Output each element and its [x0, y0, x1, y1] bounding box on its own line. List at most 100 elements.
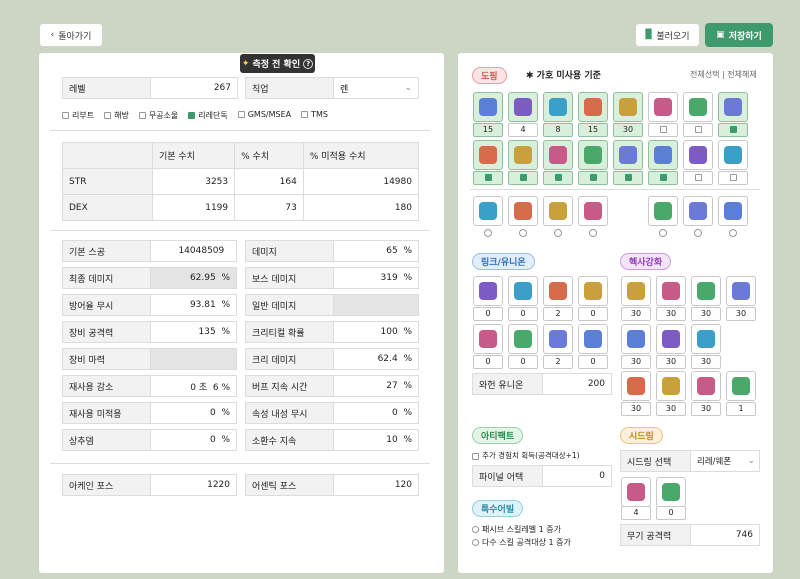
level-cell[interactable]: 15: [473, 123, 503, 137]
link-icon[interactable]: [508, 276, 538, 306]
hexa-icon[interactable]: [656, 324, 686, 354]
level-cell[interactable]: 30: [621, 307, 651, 321]
doping-icon[interactable]: [718, 140, 748, 170]
toggle-checkbox[interactable]: [473, 171, 503, 185]
level-cell[interactable]: 30: [691, 402, 721, 416]
stat-row[interactable]: 소환수 지속 10 %: [245, 429, 419, 451]
toggle-checkbox[interactable]: [508, 171, 538, 185]
seed-select[interactable]: 시드링 선택 리레/웨폰 ⌄: [620, 450, 760, 472]
level-cell[interactable]: 30: [613, 123, 643, 137]
doping-icon[interactable]: [578, 92, 608, 122]
stat-row[interactable]: 크리티컬 확률 100 %: [245, 321, 419, 343]
hexa-icon[interactable]: [691, 371, 721, 401]
level-cell[interactable]: 30: [726, 307, 756, 321]
stat-row[interactable]: 기본 스공 14048509: [62, 240, 237, 262]
link-icon[interactable]: [473, 276, 503, 306]
hexa-icon[interactable]: [621, 371, 651, 401]
level-cell[interactable]: 8: [543, 123, 573, 137]
hexa-icon[interactable]: [656, 276, 686, 306]
doping-icon[interactable]: [508, 92, 538, 122]
level-field[interactable]: 레벨 267: [62, 77, 238, 99]
level-cell[interactable]: 30: [656, 402, 686, 416]
link-icon[interactable]: [473, 324, 503, 354]
link-icon[interactable]: [578, 324, 608, 354]
union-field[interactable]: 와헌 유니온 200: [472, 373, 612, 395]
doping-icon[interactable]: [683, 92, 713, 122]
level-cell[interactable]: 0: [473, 355, 503, 369]
level-cell[interactable]: 30: [656, 307, 686, 321]
radio[interactable]: [729, 229, 737, 237]
hexa-icon[interactable]: [726, 276, 756, 306]
link-icon[interactable]: [543, 276, 573, 306]
stat-row[interactable]: 데미지 65 %: [245, 240, 419, 262]
doping-icon[interactable]: [543, 92, 573, 122]
hexa-icon[interactable]: [691, 324, 721, 354]
server-liberation[interactable]: 해방: [104, 110, 129, 121]
server-gms[interactable]: GMS/MSEA: [237, 110, 291, 121]
save-button[interactable]: ▣ 저장하기: [705, 23, 773, 47]
server-reboot[interactable]: 리부트: [62, 110, 94, 121]
doping-icon[interactable]: [578, 140, 608, 170]
level-cell[interactable]: 0: [578, 307, 608, 321]
hexa-icon[interactable]: [691, 276, 721, 306]
radio[interactable]: [519, 229, 527, 237]
hexa-icon[interactable]: [621, 324, 651, 354]
doping-icon[interactable]: [473, 196, 503, 226]
doping-icon[interactable]: [613, 140, 643, 170]
server-rire[interactable]: 리레단독: [188, 110, 228, 121]
radio[interactable]: [484, 229, 492, 237]
level-cell[interactable]: 30: [691, 307, 721, 321]
doping-icon[interactable]: [543, 140, 573, 170]
toggle-checkbox[interactable]: [543, 171, 573, 185]
toggle-checkbox[interactable]: [718, 171, 748, 185]
level-cell[interactable]: 30: [691, 355, 721, 369]
level-cell[interactable]: 0: [508, 355, 538, 369]
artifact-option[interactable]: 추가 경험치 획득(공격대상+1): [472, 450, 580, 461]
doping-icon[interactable]: [473, 140, 503, 170]
link-icon[interactable]: [508, 324, 538, 354]
level-cell[interactable]: 0: [578, 355, 608, 369]
level-cell[interactable]: 15: [578, 123, 608, 137]
back-button[interactable]: ‹ 돌아가기: [39, 23, 103, 47]
toggle-checkbox[interactable]: [648, 171, 678, 185]
doping-icon[interactable]: [578, 196, 608, 226]
stat-row[interactable]: 크리 데미지 62.4 %: [245, 348, 419, 370]
doping-icon[interactable]: [508, 196, 538, 226]
stat-row[interactable]: 장비 공격력 135 %: [62, 321, 237, 343]
doping-icon[interactable]: [683, 140, 713, 170]
stat-row[interactable]: 버프 지속 시간 27 %: [245, 375, 419, 397]
doping-icon[interactable]: [718, 92, 748, 122]
doping-icon[interactable]: [543, 196, 573, 226]
server-tms[interactable]: TMS: [301, 110, 328, 121]
doping-icon[interactable]: [613, 92, 643, 122]
job-select[interactable]: 직업 렌 ⌄: [245, 77, 419, 99]
level-cell[interactable]: 2: [543, 355, 573, 369]
radio[interactable]: [589, 229, 597, 237]
doping-icon[interactable]: [648, 92, 678, 122]
special-opt-2[interactable]: 다수 스킬 공격대상 1 증가: [472, 537, 571, 548]
level-cell[interactable]: 30: [656, 355, 686, 369]
link-icon[interactable]: [543, 324, 573, 354]
radio[interactable]: [659, 229, 667, 237]
doping-icon[interactable]: [473, 92, 503, 122]
seed-ring-icon[interactable]: [656, 477, 686, 507]
select-all[interactable]: 전체선택 | 전체해제: [690, 69, 757, 80]
stat-row[interactable]: 최종 데미지 62.95 %: [62, 267, 237, 289]
radio[interactable]: [554, 229, 562, 237]
authentic-field[interactable]: 어센틱 포스 120: [245, 474, 419, 496]
level-cell[interactable]: 4: [621, 506, 651, 520]
toggle-checkbox[interactable]: [648, 123, 678, 137]
hexa-icon[interactable]: [656, 371, 686, 401]
doping-icon[interactable]: [718, 196, 748, 226]
final-attack-field[interactable]: 파이널 어택 0: [472, 465, 612, 487]
toggle-checkbox[interactable]: [683, 171, 713, 185]
level-cell[interactable]: 30: [621, 402, 651, 416]
doping-icon[interactable]: [508, 140, 538, 170]
level-cell[interactable]: 0: [473, 307, 503, 321]
stat-row[interactable]: 재사용 미적용 0 %: [62, 402, 237, 424]
level-cell[interactable]: 1: [726, 402, 756, 416]
arcane-field[interactable]: 아케인 포스 1220: [62, 474, 237, 496]
hexa-icon[interactable]: [621, 276, 651, 306]
stat-row[interactable]: 재사용 감소 0 초 6 %: [62, 375, 237, 397]
stat-row[interactable]: 상추뎀 0 %: [62, 429, 237, 451]
